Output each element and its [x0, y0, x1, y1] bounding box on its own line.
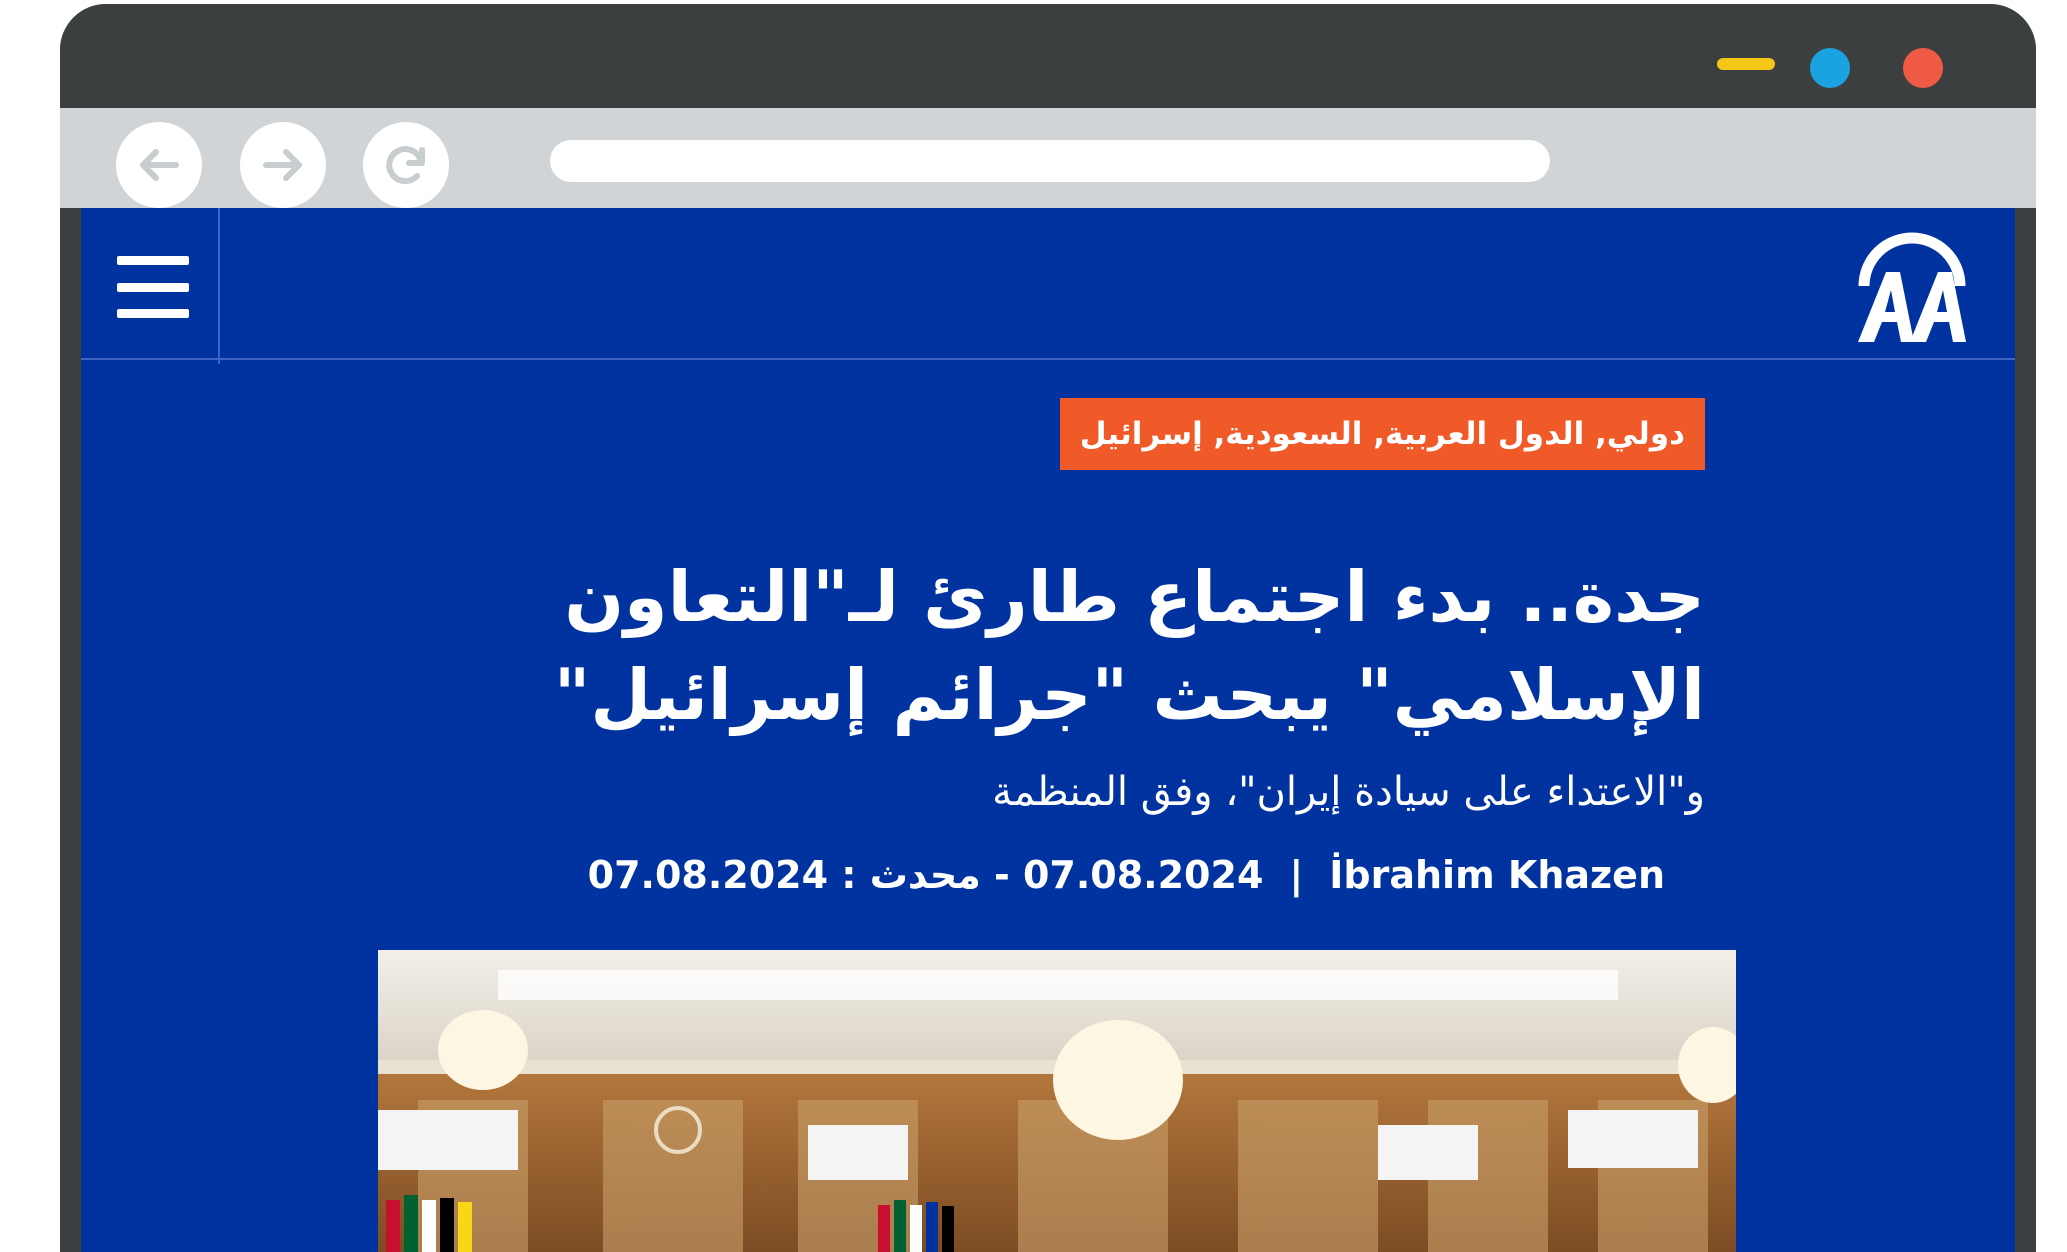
aa-logo-icon[interactable] — [1854, 228, 1970, 346]
article-meta: İbrahim Khazen | 07.08.2024 - محدث : 07.… — [405, 846, 1665, 904]
page-viewport: دولي, الدول العربية, السعودية, إسرائيل ج… — [81, 208, 2015, 1252]
meta-separator: | — [1289, 853, 1304, 897]
arrow-left-icon — [140, 149, 179, 181]
article-headline: جدة.. بدء اجتماع طارئ لـ"التعاون الإسلام… — [553, 556, 1705, 736]
category-badge[interactable]: دولي, الدول العربية, السعودية, إسرائيل — [1059, 398, 1705, 470]
site-header — [81, 208, 2015, 364]
close-button[interactable] — [1903, 48, 1943, 88]
reload-icon — [386, 146, 425, 185]
maximize-button[interactable] — [1810, 48, 1850, 88]
publish-dates: 07.08.2024 - محدث : 07.08.2024 — [587, 853, 1264, 897]
article-photo[interactable] — [378, 950, 1736, 1252]
title-bar — [60, 4, 2036, 108]
address-bar[interactable] — [550, 140, 1550, 182]
reload-button[interactable] — [363, 122, 449, 208]
article-subtitle: و"الاعتداء على سيادة إيران"، وفق المنظمة — [992, 769, 1705, 815]
browser-toolbar — [60, 108, 2036, 208]
hamburger-menu-icon[interactable] — [117, 256, 189, 318]
back-button[interactable] — [116, 122, 202, 208]
header-divider — [218, 208, 220, 364]
minimize-button[interactable] — [1717, 58, 1775, 70]
browser-window: دولي, الدول العربية, السعودية, إسرائيل ج… — [60, 4, 2036, 1252]
author-name[interactable]: İbrahim Khazen — [1329, 846, 1665, 904]
conference-hall-image — [378, 950, 1736, 1252]
forward-button[interactable] — [240, 122, 326, 208]
arrow-right-icon — [263, 149, 302, 181]
